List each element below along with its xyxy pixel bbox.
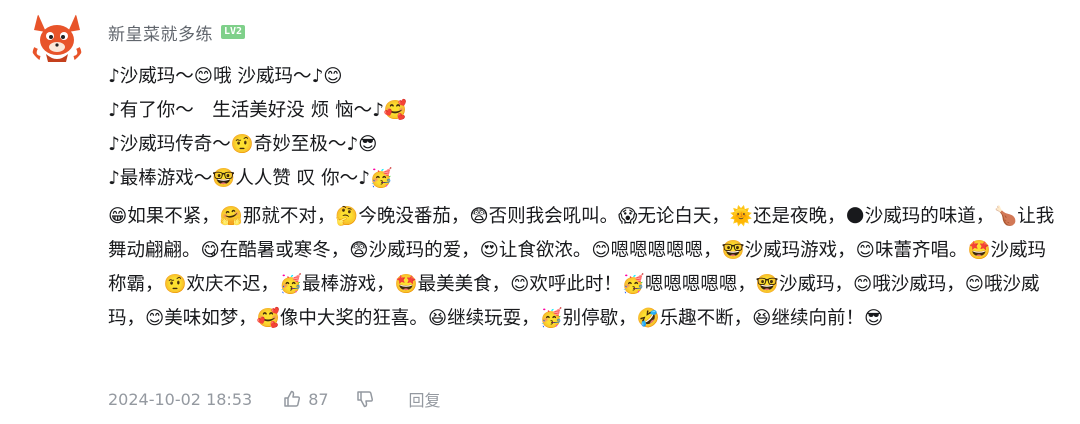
comment-lyrics: ♪沙威玛～😊哦 沙威玛～♪😊 ♪有了你～ 生活美好没 烦 恼～♪🥰 ♪沙威玛传奇… (108, 60, 1063, 196)
like-count: 87 (308, 389, 329, 409)
level-badge: LV2 (221, 25, 246, 39)
lyric-line: ♪沙威玛传奇～🤨奇妙至极～♪😎 (108, 134, 378, 155)
comment-item: 新皇菜就多练 LV2 ♪沙威玛～😊哦 沙威玛～♪😊 ♪有了你～ 生活美好没 烦 … (0, 0, 1080, 424)
thumbs-down-icon (356, 391, 373, 408)
timestamp: 2024-10-02 18:53 (108, 389, 253, 409)
lyric-line: ♪有了你～ 生活美好没 烦 恼～♪🥰 (108, 100, 407, 121)
lyric-line: ♪最棒游戏～🤓人人赞 叹 你～♪🥳 (108, 168, 393, 189)
lyric-line: ♪沙威玛～😊哦 沙威玛～♪😊 (108, 66, 343, 87)
username[interactable]: 新皇菜就多练 (108, 20, 213, 45)
dislike-button[interactable] (355, 389, 375, 409)
comment-paragraph: 😁如果不紧，🤗那就不对，🤔今晚没番茄，😨否则我会吼叫。😱无论白天，🌞还是夜晚，🌑… (108, 206, 1055, 329)
like-button[interactable]: 87 (282, 389, 329, 409)
comment-header: 新皇菜就多练 LV2 (108, 18, 246, 46)
fox-avatar-icon (28, 8, 86, 66)
comment-footer: 2024-10-02 18:53 87 回复 (108, 385, 441, 413)
reply-button[interactable]: 回复 (409, 387, 441, 411)
thumbs-up-icon (284, 390, 301, 407)
avatar[interactable] (28, 8, 86, 66)
